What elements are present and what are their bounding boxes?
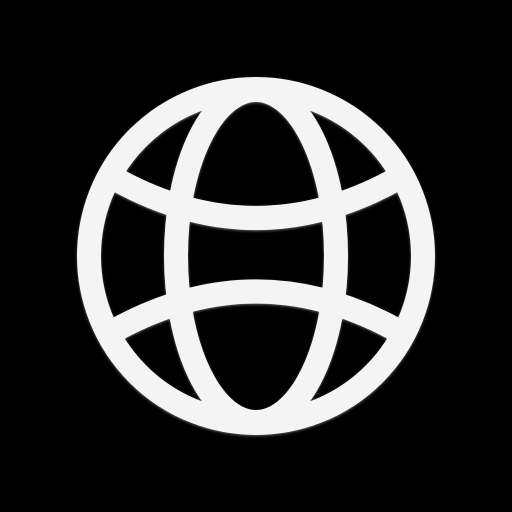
globe-outline [77,77,435,435]
icon-canvas [0,0,512,512]
globe-latitude-lower [98,279,414,345]
globe-latitude-upper [98,164,414,230]
globe-icon [77,77,435,435]
globe-icon-container [0,0,512,512]
globe-meridian [164,78,348,434]
